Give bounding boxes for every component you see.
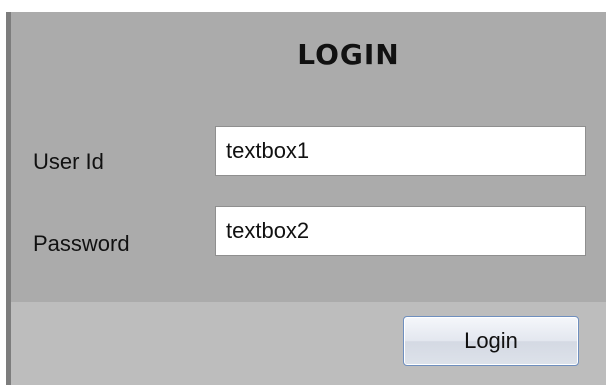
user-id-label: User Id <box>33 149 104 174</box>
login-form: LOGIN User Id Password Login <box>6 12 606 385</box>
screen: LOGIN User Id Password Login <box>0 0 606 385</box>
user-id-input[interactable] <box>215 126 586 176</box>
password-input[interactable] <box>215 206 586 256</box>
login-button[interactable]: Login <box>403 316 579 366</box>
password-label: Password <box>33 231 130 256</box>
form-title: LOGIN <box>297 38 400 71</box>
button-bar: Login <box>11 302 606 385</box>
